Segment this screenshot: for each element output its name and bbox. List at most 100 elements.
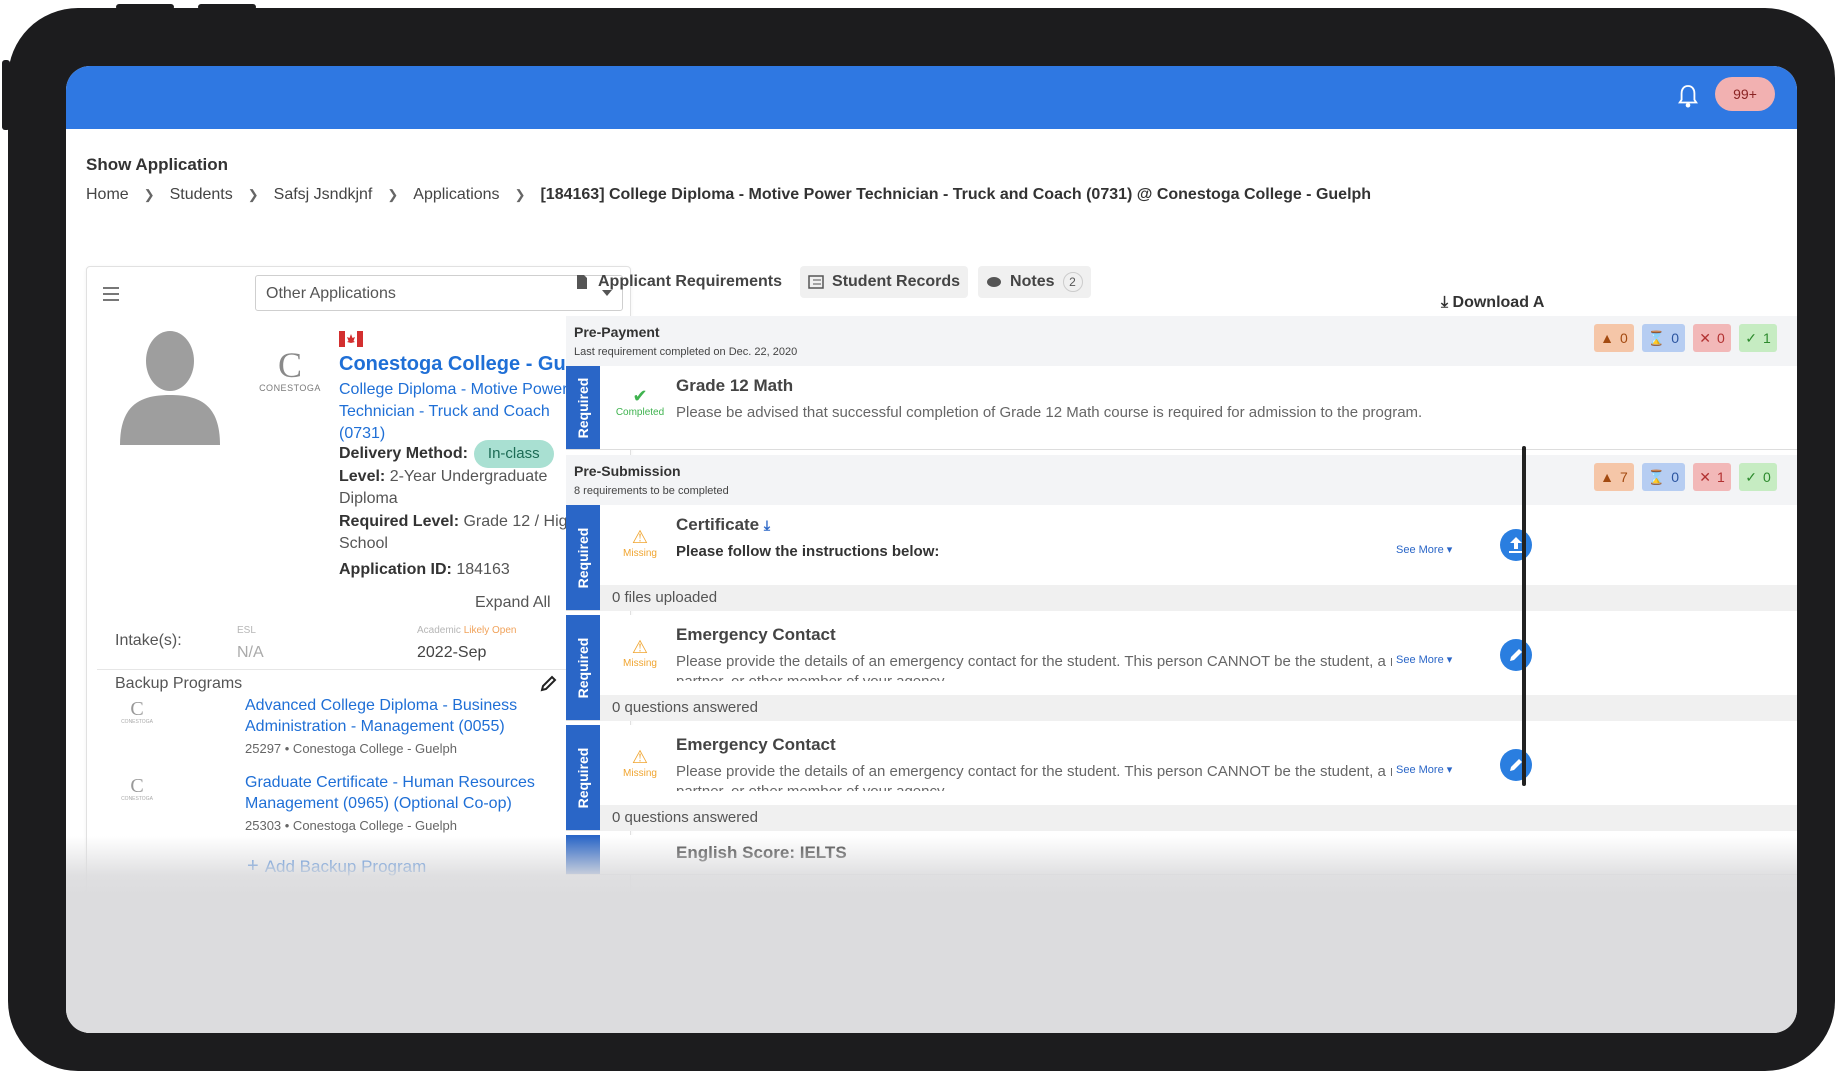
requirement-footer: 0 questions answered: [600, 805, 1797, 831]
failed-count: ✕ 0: [1693, 324, 1731, 352]
requirement-row[interactable]: Required ⚠ Missing Certificate ⤓ Please …: [566, 505, 1797, 611]
requirement-tabs: Applicant Requirements Student Records N…: [566, 266, 1091, 298]
edit-button[interactable]: [1500, 639, 1532, 671]
completed-count: ✓ 0: [1739, 463, 1777, 491]
requirement-description-continued: partner, or other member of your agency: [676, 673, 1392, 681]
college-logo: C CONESTOGA: [121, 775, 153, 802]
pending-count: ⌛ 0: [1641, 324, 1685, 352]
requirement-title: Emergency Contact: [676, 735, 836, 754]
status-counts: ▲ 0 ⌛ 0 ✕ 0 ✓ 1: [1594, 324, 1777, 352]
requirement-title: Emergency Contact: [676, 625, 836, 644]
download-button[interactable]: ⤓ Download A: [1441, 294, 1544, 312]
requirement-description: Please be advised that successful comple…: [676, 404, 1423, 421]
breadcrumb-student[interactable]: Safsj Jsndkjnf: [274, 186, 373, 204]
hamburger-menu-icon[interactable]: [103, 287, 119, 301]
breadcrumb-current: [184163] College Diploma - Motive Power …: [540, 186, 1372, 203]
expand-all-button[interactable]: Expand All ⌄: [475, 592, 576, 612]
canada-flag-icon: [339, 331, 363, 347]
see-more-link[interactable]: See More ▾: [1396, 543, 1452, 556]
list-icon: [808, 275, 824, 289]
side-button: [2, 60, 10, 130]
requirement-description-continued: partner, or other member of your agency: [676, 783, 1392, 791]
warning-count: ▲ 0: [1594, 324, 1634, 352]
x-icon: ✕: [1699, 329, 1711, 346]
backup-programs-title: Backup Programs: [115, 675, 243, 692]
backup-program-item[interactable]: C CONESTOGA Advanced College Diploma - Bu…: [117, 695, 622, 756]
required-tag: Required: [566, 615, 600, 720]
see-more-link[interactable]: See More ▾: [1396, 653, 1452, 666]
hourglass-icon: ⌛: [1647, 329, 1666, 346]
tab-notes[interactable]: Notes 2: [978, 266, 1091, 298]
chevron-right-icon: ❯: [143, 187, 155, 202]
breadcrumb-students[interactable]: Students: [170, 186, 233, 204]
app-screen: 99+ Show Application Home ❯ Students ❯ S…: [66, 66, 1797, 1033]
section-subtitle: 8 requirements to be completed: [574, 485, 729, 497]
section-header-pre-payment[interactable]: Pre-Payment Last requirement completed o…: [566, 316, 1797, 366]
chat-icon: [987, 277, 1002, 287]
breadcrumb-applications[interactable]: Applications: [413, 186, 499, 204]
status-missing: ⚠ Missing: [610, 747, 670, 779]
breadcrumb: Home ❯ Students ❯ Safsj Jsndkjnf ❯ Appli…: [86, 186, 1371, 204]
plus-icon: +: [247, 855, 259, 877]
check-icon: ✓: [1745, 468, 1757, 485]
requirement-row[interactable]: English Score: IELTS: [566, 835, 1797, 875]
program-name-link[interactable]: College Diploma - Motive Power Technicia…: [339, 379, 589, 445]
tab-student-records[interactable]: Student Records: [800, 266, 969, 298]
pencil-icon[interactable]: [539, 673, 559, 693]
warning-count: ▲ 7: [1594, 463, 1634, 491]
check-icon: ✔: [632, 386, 648, 406]
requirement-row[interactable]: Required ✔ Completed Grade 12 Math Pleas…: [566, 366, 1797, 450]
tab-applicant-requirements[interactable]: Applicant Requirements: [566, 266, 790, 298]
completed-count: ✓ 1: [1739, 324, 1777, 352]
intake-academic-value: 2022-Sep: [417, 644, 487, 661]
edit-icon: [1510, 649, 1522, 661]
see-more-link[interactable]: See More ▾: [1396, 763, 1452, 776]
backup-program-meta: 25297 • Conestoga College - Guelph: [245, 741, 457, 756]
upload-icon: [1509, 537, 1523, 553]
notes-count-badge: 2: [1062, 272, 1083, 292]
warning-icon: ▲: [1600, 330, 1614, 346]
chevron-right-icon: ❯: [247, 187, 259, 202]
document-icon: [577, 275, 587, 289]
student-avatar-icon: [120, 331, 220, 445]
edit-icon: [1510, 759, 1522, 771]
edit-button[interactable]: [1500, 749, 1532, 781]
college-logo: C CONESTOGA: [121, 698, 153, 725]
status-missing: ⚠ Missing: [610, 527, 670, 559]
requirement-row[interactable]: Required ⚠ Missing Emergency Contact Ple…: [566, 725, 1797, 831]
backup-program-link[interactable]: Graduate Certificate - Human Resources M…: [245, 772, 585, 814]
delivery-method-badge: In-class: [473, 440, 554, 468]
status-missing: ⚠ Missing: [610, 637, 670, 669]
backup-program-item[interactable]: C CONESTOGA Graduate Certificate - Human …: [117, 772, 622, 833]
scrollbar[interactable]: [1522, 446, 1526, 786]
upload-button[interactable]: [1500, 529, 1532, 561]
bell-icon[interactable]: [1677, 84, 1699, 110]
chevron-right-icon: ❯: [387, 187, 399, 202]
section-title: Pre-Payment: [574, 324, 660, 340]
requirement-description: Please follow the instructions below:: [676, 543, 940, 560]
requirement-footer: 0 files uploaded: [600, 585, 1797, 611]
intake-label: Intake(s):: [115, 632, 182, 649]
top-navbar: 99+: [66, 66, 1797, 129]
section-title: Pre-Submission: [574, 463, 681, 479]
section-header-pre-submission[interactable]: Pre-Submission 8 requirements to be comp…: [566, 455, 1797, 505]
chevron-right-icon: ❯: [514, 187, 526, 202]
required-tag: Required: [566, 725, 600, 830]
other-applications-label: Other Applications: [266, 285, 396, 302]
add-backup-program-button[interactable]: + Add Backup Program: [247, 855, 426, 878]
college-logo: C CONESTOGA: [259, 345, 321, 393]
requirement-title: English Score: IELTS: [676, 843, 847, 862]
intake-status: Likely Open: [463, 625, 517, 636]
requirement-description: Please provide the details of an emergen…: [676, 653, 1392, 670]
requirement-row[interactable]: Required ⚠ Missing Emergency Contact Ple…: [566, 615, 1797, 721]
status-counts: ▲ 7 ⌛ 0 ✕ 1 ✓ 0: [1594, 463, 1777, 491]
breadcrumb-home[interactable]: Home: [86, 186, 129, 204]
hourglass-icon: ⌛: [1647, 468, 1666, 485]
backup-program-meta: 25303 • Conestoga College - Guelph: [245, 818, 457, 833]
intake-esl-value: N/A: [237, 644, 264, 661]
requirement-title: Certificate ⤓: [676, 515, 771, 534]
notification-badge[interactable]: 99+: [1715, 77, 1775, 111]
page-title: Show Application: [86, 155, 228, 174]
required-tag: Required: [566, 505, 600, 610]
backup-program-link[interactable]: Advanced College Diploma - Business Admi…: [245, 695, 585, 737]
